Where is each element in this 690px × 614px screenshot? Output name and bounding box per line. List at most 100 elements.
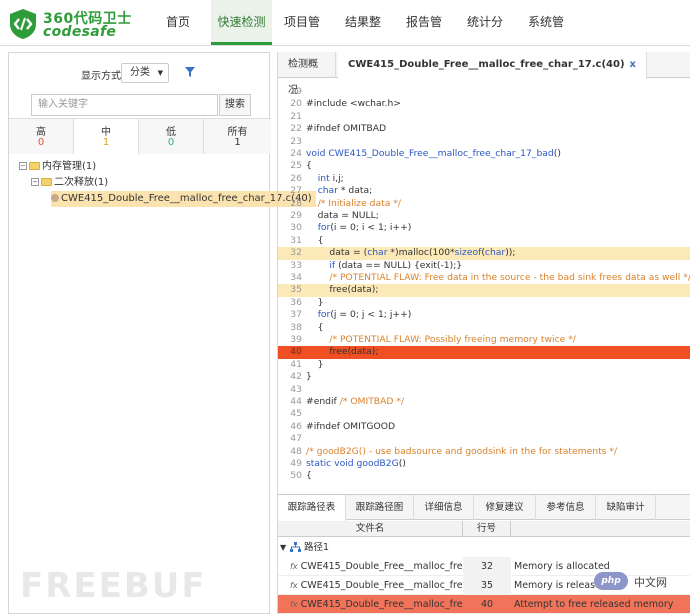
line-number: 29 — [290, 210, 302, 221]
function-icon: fx — [290, 581, 298, 590]
code-line: 37 for(j = 0; j < 1; j++) — [278, 309, 690, 322]
display-mode-value: 分类 — [130, 67, 150, 78]
tab-overview[interactable]: 检测概况 — [278, 52, 336, 96]
line-number: 27 — [290, 185, 302, 197]
tab-severity-all[interactable]: 所有 1 — [204, 119, 271, 154]
tab-severity-medium[interactable]: 中 1 — [74, 119, 139, 155]
close-icon[interactable]: x — [630, 59, 636, 70]
code-line: 43 — [278, 384, 690, 397]
cell-line: 32 — [463, 557, 511, 576]
tree-node-memory-management[interactable]: − 内存管理(1) — [19, 159, 96, 175]
severity-count: 1 — [234, 137, 241, 148]
collapse-icon[interactable]: − — [31, 178, 39, 186]
code-text: { — [306, 160, 312, 172]
line-number: 42 — [290, 371, 302, 383]
line-number: 22 — [290, 123, 302, 135]
display-mode-row: 显示方式： 分类 ▼ — [9, 63, 271, 85]
nav-quick-scan[interactable]: 快速检测 — [211, 0, 272, 45]
code-text: data = NULL; — [306, 210, 379, 221]
line-number: 23 — [290, 135, 302, 147]
code-text: for(j = 0; j < 1; j++) — [317, 309, 412, 321]
line-number: 32 — [290, 247, 302, 259]
tree-node-label: 内存管理(1) — [42, 161, 97, 172]
search-input[interactable]: 输入关键字 — [31, 94, 218, 116]
code-text: int i,j; — [317, 172, 344, 184]
line-number: 49 — [290, 458, 302, 469]
code-line: 24 void CWE415_Double_Free__malloc_free_c… — [278, 148, 690, 161]
line-number: 45 — [290, 408, 302, 420]
code-text: #endif /* OMITBAD */ — [306, 396, 405, 407]
cell-file: fxCWE415_Double_Free__malloc_free_... — [290, 561, 462, 572]
code-line: 27 char * data; — [278, 185, 690, 198]
code-line: 22 #ifndef OMITBAD — [278, 123, 690, 136]
tab-severity-high[interactable]: 高 0 — [9, 119, 74, 154]
code-line: 29 data = NULL; — [278, 210, 690, 223]
code-text: static void goodB2G() — [306, 458, 406, 469]
site-badge-text: 中文网 — [634, 576, 667, 589]
tab-defect-audit[interactable]: 缺陷审计 — [596, 495, 656, 520]
severity-count: 0 — [167, 137, 175, 148]
line-number: 41 — [290, 358, 302, 370]
severity-label: 低 — [166, 127, 176, 138]
logo[interactable]: 360代码卫士 codesafe — [7, 6, 137, 40]
line-number: 36 — [290, 296, 302, 308]
line-number: 34 — [290, 272, 302, 283]
expand-triangle-icon[interactable]: ▼ — [280, 538, 286, 557]
nav-home[interactable]: 首页 — [160, 0, 196, 45]
nav-reports[interactable]: 报告管理 — [402, 0, 446, 74]
line-number: 43 — [290, 383, 302, 395]
tab-fix-suggestion[interactable]: 修复建议 — [474, 495, 536, 520]
table-row[interactable]: fxCWE415_Double_Free__malloc_free_... 35… — [278, 576, 690, 595]
tree-node-double-free[interactable]: − 二次释放(1) — [31, 175, 108, 191]
tab-reference[interactable]: 参考信息 — [536, 495, 596, 520]
cell-line: 35 — [463, 576, 511, 595]
bottom-tabbar: 跟踪路径表 跟踪路径图 详细信息 修复建议 参考信息 缺陷审计 — [278, 494, 690, 521]
nav-result-merge[interactable]: 结果整合 — [341, 0, 385, 74]
line-number: 26 — [290, 172, 302, 184]
code-line: 41 } — [278, 359, 690, 372]
code-text: /* POTENTIAL FLAW: Free data in the sour… — [329, 272, 690, 283]
filter-icon[interactable] — [184, 66, 196, 78]
cell-description: Memory is allocated — [514, 561, 610, 572]
tab-details[interactable]: 详细信息 — [414, 495, 474, 520]
severity-tabs: 高 0 中 1 低 0 所有 1 — [9, 118, 271, 155]
code-text: data = (char *)malloc(100*sizeof(char)); — [306, 247, 516, 259]
column-header-file: 文件名 — [278, 521, 463, 537]
table-header: 文件名 行号 — [278, 521, 690, 537]
tab-trace-table[interactable]: 跟踪路径表 — [278, 495, 346, 521]
table-row[interactable]: fxCWE415_Double_Free__malloc_free_... 32… — [278, 557, 690, 576]
code-text: #ifndef OMITBAD — [306, 123, 387, 135]
tree-node-label: CWE415_Double_Free__malloc_free_char_17.… — [61, 193, 312, 204]
cell-description: Attempt to free released memory — [514, 599, 674, 610]
line-number: 39 — [290, 334, 302, 345]
code-text: { — [306, 470, 312, 482]
tree-node-file[interactable]: CWE415_Double_Free__malloc_free_char_17.… — [51, 191, 316, 207]
code-text: /* goodB2G() - use badsource and goodsin… — [306, 445, 618, 457]
code-text: } — [306, 371, 312, 383]
table-row-selected[interactable]: fxCWE415_Double_Free__malloc_free_... 40… — [278, 595, 690, 614]
tab-trace-graph[interactable]: 跟踪路径图 — [346, 495, 414, 520]
collapse-icon[interactable]: − — [19, 162, 27, 170]
tab-severity-low[interactable]: 低 0 — [139, 119, 204, 154]
line-number: 35 — [290, 284, 302, 296]
code-line: 20 #include <wchar.h> — [278, 98, 690, 111]
nav-statistics[interactable]: 统计分析 — [463, 0, 507, 74]
code-text: if (data == NULL) {exit(-1);} — [329, 259, 463, 271]
code-viewer[interactable]: 19 20 #include <wchar.h> 21 22 #ifndef OMITBA… — [278, 86, 690, 532]
line-number: 25 — [290, 160, 302, 172]
right-panel: 检测概况 CWE415_Double_Free__malloc_free_cha… — [277, 52, 690, 614]
line-number: 31 — [290, 234, 302, 246]
tab-source-file[interactable]: CWE415_Double_Free__malloc_free_char_17.… — [338, 52, 647, 79]
display-mode-select[interactable]: 分类 ▼ — [121, 63, 169, 83]
column-header-line: 行号 — [463, 521, 511, 537]
editor-tabbar: 检测概况 CWE415_Double_Free__malloc_free_cha… — [278, 52, 690, 96]
code-line: 50 { — [278, 470, 690, 483]
code-line: 33 if (data == NULL) {exit(-1);} — [278, 260, 690, 273]
nav-system[interactable]: 系统管理 — [524, 0, 568, 74]
code-line: 34 /* POTENTIAL FLAW: Free data in the s… — [278, 272, 690, 285]
line-number: 38 — [290, 321, 302, 333]
code-line: 21 — [278, 111, 690, 124]
nav-projects[interactable]: 项目管理 — [280, 0, 324, 74]
path-group-row[interactable]: ▼ 路径1 — [278, 538, 690, 557]
search-button[interactable]: 搜索 — [219, 94, 251, 116]
